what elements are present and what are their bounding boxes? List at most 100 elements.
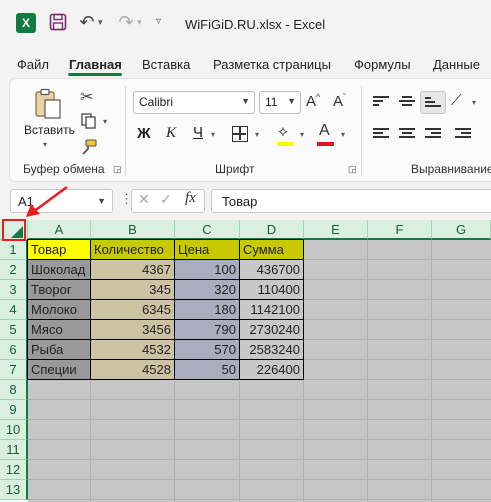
customize-qat-icon[interactable]: ▿ <box>156 16 161 27</box>
tab-file[interactable]: Файл <box>17 57 49 72</box>
table-cell[interactable]: 1142100 <box>239 299 304 320</box>
table-header-cell[interactable]: Товар <box>27 239 91 260</box>
bold-button[interactable]: Ж <box>137 125 151 142</box>
table-cell[interactable]: 4367 <box>90 259 175 280</box>
tab-page-layout[interactable]: Разметка страницы <box>213 57 331 72</box>
copy-dropdown-icon[interactable]: ▾ <box>103 117 107 126</box>
table-header-cell[interactable]: Сумма <box>239 239 304 260</box>
format-painter-icon[interactable] <box>80 138 98 156</box>
name-box[interactable]: A1 ▼ <box>10 189 113 213</box>
borders-dropdown-icon[interactable]: ▾ <box>255 130 259 139</box>
row-header-12[interactable]: 12 <box>0 460 28 480</box>
font-name-value: Calibri <box>139 95 174 109</box>
row-header-10[interactable]: 10 <box>0 420 28 440</box>
clipboard-launcher-icon[interactable]: ◲ <box>113 164 122 175</box>
column-header-a[interactable]: A <box>28 220 91 240</box>
table-cell[interactable]: 436700 <box>239 259 304 280</box>
formula-input[interactable]: Товар <box>211 189 491 213</box>
table-cell[interactable]: 180 <box>174 299 240 320</box>
paste-dropdown-icon[interactable]: ▾ <box>43 140 47 149</box>
font-color-dropdown-icon[interactable]: ▾ <box>341 130 345 139</box>
table-cell[interactable]: 4528 <box>90 359 175 380</box>
table-cell[interactable]: 2730240 <box>239 319 304 340</box>
font-launcher-icon[interactable]: ◲ <box>348 164 357 175</box>
table-cell[interactable]: 790 <box>174 319 240 340</box>
paste-icon[interactable] <box>33 88 63 120</box>
underline-dropdown-icon[interactable]: ▾ <box>211 130 215 139</box>
align-center-icon[interactable] <box>399 128 415 140</box>
column-header-d[interactable]: D <box>240 220 304 240</box>
orientation-icon[interactable]: ⟋ <box>451 92 462 109</box>
redo-icon[interactable]: ↷ <box>117 12 135 32</box>
cancel-icon[interactable]: ✕ <box>138 191 150 208</box>
table-cell[interactable]: Мясо <box>27 319 91 340</box>
increase-font-size-icon[interactable]: A^ <box>306 92 320 110</box>
undo-dropdown-icon[interactable]: ▾ <box>98 17 103 28</box>
align-middle-icon[interactable] <box>399 96 415 108</box>
underline-button[interactable]: Ч <box>193 124 203 141</box>
annotation-highlight-box <box>2 219 26 241</box>
table-cell[interactable]: 100 <box>174 259 240 280</box>
tab-insert[interactable]: Вставка <box>142 57 190 72</box>
column-header-g[interactable]: G <box>432 220 491 240</box>
fill-color-icon[interactable]: ⟡ <box>278 123 288 140</box>
table-header-cell[interactable]: Цена <box>174 239 240 260</box>
row-header-11[interactable]: 11 <box>0 440 28 460</box>
table-cell[interactable]: 50 <box>174 359 240 380</box>
copy-icon[interactable] <box>80 112 98 130</box>
tab-home[interactable]: Главная <box>69 57 122 72</box>
decrease-indent-icon[interactable] <box>455 128 471 140</box>
align-top-icon[interactable] <box>373 96 389 108</box>
table-cell[interactable]: 110400 <box>239 279 304 300</box>
row-header-3[interactable]: 3 <box>0 280 28 300</box>
font-name-select[interactable]: Calibri ▼ <box>133 91 255 114</box>
tab-data[interactable]: Данные <box>433 57 480 72</box>
table-cell[interactable]: 570 <box>174 339 240 360</box>
row-header-7[interactable]: 7 <box>0 360 28 380</box>
font-color-icon[interactable]: A <box>319 122 330 140</box>
cut-icon[interactable]: ✂ <box>80 87 98 106</box>
table-cell[interactable]: 4532 <box>90 339 175 360</box>
table-cell[interactable]: 6345 <box>90 299 175 320</box>
align-left-icon[interactable] <box>373 128 389 140</box>
insert-function-icon[interactable]: fx <box>185 190 196 207</box>
table-cell[interactable]: 320 <box>174 279 240 300</box>
table-cell[interactable]: Шоколад <box>27 259 91 280</box>
font-size-select[interactable]: 11 ▼ <box>259 91 301 114</box>
row-header-13[interactable]: 13 <box>0 480 28 500</box>
row-header-1[interactable]: 1 <box>0 240 28 260</box>
row-header-2[interactable]: 2 <box>0 260 28 280</box>
row-header-6[interactable]: 6 <box>0 340 28 360</box>
column-header-e[interactable]: E <box>304 220 368 240</box>
table-cell[interactable]: Творог <box>27 279 91 300</box>
orientation-dropdown-icon[interactable]: ▾ <box>472 98 476 107</box>
paste-button-label[interactable]: Вставить <box>24 123 75 137</box>
decrease-font-size-icon[interactable]: Aˇ <box>333 92 346 110</box>
table-cell[interactable]: 2583240 <box>239 339 304 360</box>
row-header-9[interactable]: 9 <box>0 400 28 420</box>
row-header-5[interactable]: 5 <box>0 320 28 340</box>
italic-button[interactable]: К <box>166 125 176 142</box>
fill-color-dropdown-icon[interactable]: ▾ <box>300 130 304 139</box>
table-header-cell[interactable]: Количество <box>90 239 175 260</box>
column-header-c[interactable]: C <box>175 220 240 240</box>
table-cell[interactable]: Молоко <box>27 299 91 320</box>
table-cell[interactable]: 345 <box>90 279 175 300</box>
table-cell[interactable]: 3456 <box>90 319 175 340</box>
tab-formulas[interactable]: Формулы <box>354 57 411 72</box>
borders-icon[interactable] <box>232 126 248 142</box>
table-cell[interactable]: 226400 <box>239 359 304 380</box>
align-right-icon[interactable] <box>425 128 441 140</box>
column-header-f[interactable]: F <box>368 220 432 240</box>
undo-icon[interactable]: ↶ <box>78 12 96 32</box>
align-bottom-icon[interactable] <box>425 97 441 109</box>
gridline <box>28 419 491 420</box>
save-icon[interactable] <box>49 13 67 31</box>
column-header-b[interactable]: B <box>91 220 175 240</box>
redo-dropdown-icon[interactable]: ▾ <box>137 17 142 28</box>
row-header-4[interactable]: 4 <box>0 300 28 320</box>
row-header-8[interactable]: 8 <box>0 380 28 400</box>
table-cell[interactable]: Рыба <box>27 339 91 360</box>
enter-icon[interactable]: ✓ <box>160 191 172 208</box>
table-cell[interactable]: Специи <box>27 359 91 380</box>
